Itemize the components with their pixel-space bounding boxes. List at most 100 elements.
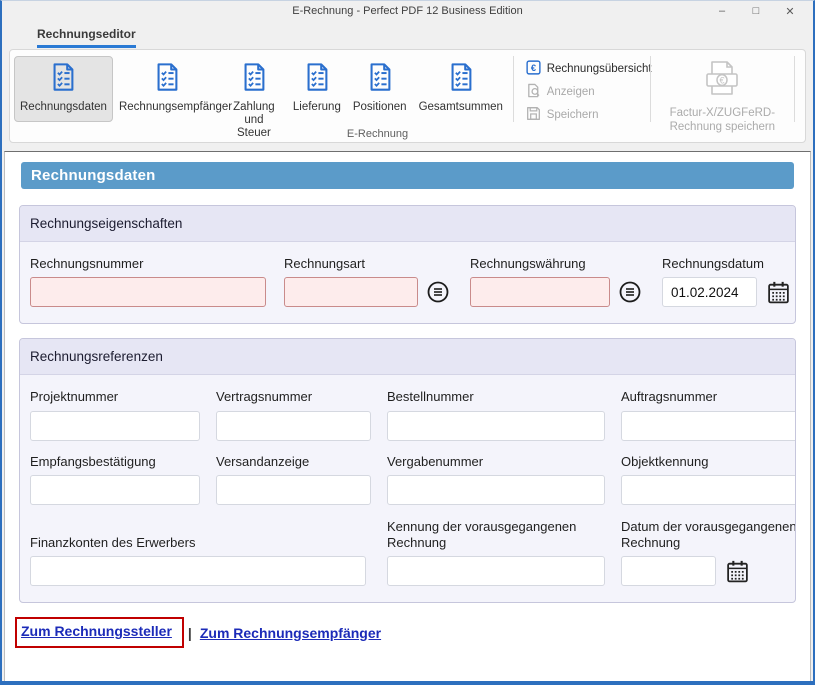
focus-rectangle: Zum Rechnungssteller (15, 617, 184, 648)
field-label: Objektkennung (621, 454, 796, 470)
facturx-speichern-button[interactable]: € Factur-X/ZUGFeRD-Rechnung speichern (654, 56, 790, 124)
ribbon-button-label: Positionen (353, 101, 407, 114)
section-header: Rechnungsreferenzen (20, 339, 795, 375)
field-vertragsnummer: Vertragsnummer (216, 389, 371, 440)
ribbon-button-rechnungsdaten[interactable]: Rechnungsdaten (14, 56, 113, 122)
datum-vorausgegangene-rechnung-calendar-button[interactable] (724, 558, 750, 584)
svg-text:€: € (531, 63, 537, 73)
ribbon-button-gesamtsummen[interactable]: Gesamtsummen (413, 56, 509, 122)
invoice-checklist-icon (302, 61, 332, 98)
page-header: Rechnungsdaten (21, 162, 794, 189)
field-rechnungsdatum: Rechnungsdatum (662, 256, 796, 307)
section-rechnungseigenschaften: Rechnungseigenschaften Rechnungsnummer R… (19, 205, 796, 324)
vergabenummer-input[interactable] (387, 475, 605, 505)
ribbon-divider (513, 56, 514, 122)
field-rechnungswaehrung: Rechnungswährung (470, 256, 644, 307)
field-projektnummer: Projektnummer (30, 389, 200, 440)
field-kennung-vorausgegangene-rechnung: Kennung der vorausgegangenen Rechnung (387, 519, 605, 587)
field-label: Auftragsnummer (621, 389, 796, 405)
field-label: Rechnungswährung (470, 256, 644, 272)
field-label: Rechnungsart (284, 256, 452, 272)
datum-vorausgegangene-rechnung-input[interactable] (621, 556, 716, 586)
vertragsnummer-input[interactable] (216, 411, 371, 441)
ribbon-button-zahlung-und-steuer[interactable]: Zahlung und Steuer (221, 56, 287, 122)
field-label: Rechnungsdatum (662, 256, 796, 272)
section-rechnungsreferenzen: Rechnungsreferenzen Projektnummer Vertra… (19, 338, 796, 603)
field-rechnungsart: Rechnungsart (284, 256, 452, 307)
field-rechnungsnummer: Rechnungsnummer (30, 256, 266, 307)
svg-text:€: € (720, 76, 725, 86)
small-button-label: Speichern (547, 109, 599, 121)
content-panel: Rechnungsdaten Rechnungseigenschaften Re… (4, 151, 811, 681)
field-vergabenummer: Vergabenummer (387, 454, 605, 505)
section-header: Rechnungseigenschaften (20, 206, 795, 242)
window-controls: – □ ✕ (705, 1, 807, 21)
section-body: Rechnungsnummer Rechnungsart (20, 242, 795, 323)
invoice-checklist-icon (446, 61, 476, 98)
calendar-icon (725, 559, 750, 584)
ribbon-button-label: Gesamtsummen (419, 101, 503, 114)
minimize-button[interactable]: – (705, 1, 739, 21)
field-bestellnummer: Bestellnummer (387, 389, 605, 440)
menu-circle-icon (426, 280, 450, 304)
field-label: Bestellnummer (387, 389, 605, 405)
rechnungsdatum-calendar-button[interactable] (765, 279, 791, 305)
tab-rechnungseditor[interactable]: Rechnungseditor (37, 27, 136, 48)
rechnungsnummer-input[interactable] (30, 277, 266, 307)
small-button-label: Anzeigen (547, 86, 595, 98)
field-label: Vertragsnummer (216, 389, 371, 405)
bottom-links: Zum Rechnungssteller | Zum Rechnungsempf… (19, 617, 796, 648)
anzeigen-button[interactable]: Anzeigen (526, 83, 640, 102)
auftragsnummer-input[interactable] (621, 411, 796, 441)
zum-rechnungssteller-link[interactable]: Zum Rechnungssteller (21, 623, 172, 639)
field-label: Rechnungsnummer (30, 256, 266, 272)
finanzkonten-input[interactable] (30, 556, 366, 586)
ribbon-divider (794, 56, 795, 122)
zum-rechnungsempfaenger-link[interactable]: Zum Rechnungsempfänger (200, 625, 381, 641)
field-auftragsnummer: Auftragsnummer (621, 389, 796, 440)
field-label: Datum der vorausgegangenen Rechnung (621, 519, 796, 552)
field-label: Projektnummer (30, 389, 200, 405)
rechnungswaehrung-list-picker-button[interactable] (618, 280, 642, 304)
small-button-label: Rechnungsübersicht (547, 63, 652, 75)
page-title: Rechnungsdaten (31, 167, 155, 184)
empfangsbestaetigung-input[interactable] (30, 475, 200, 505)
field-label: Versandanzeige (216, 454, 371, 470)
field-label: Kennung der vorausgegangenen Rechnung (387, 519, 605, 552)
field-versandanzeige: Versandanzeige (216, 454, 371, 505)
window-title: E-Rechnung - Perfect PDF 12 Business Edi… (292, 5, 523, 17)
facturx-document-euro-icon: € (700, 60, 744, 105)
ribbon-button-lieferung[interactable]: Lieferung (287, 56, 347, 122)
field-empfangsbestaetigung: Empfangsbestätigung (30, 454, 200, 505)
rechnungsart-input[interactable] (284, 277, 418, 307)
section-body: Projektnummer Vertragsnummer Bestellnumm… (20, 375, 795, 602)
ribbon-button-label: Rechnungsdaten (20, 101, 107, 114)
rechnungswaehrung-input[interactable] (470, 277, 610, 307)
ribbon-button-positionen[interactable]: Positionen (347, 56, 413, 122)
kennung-vorausgegangene-rechnung-input[interactable] (387, 556, 605, 586)
speichern-button[interactable]: Speichern (526, 105, 640, 124)
versandanzeige-input[interactable] (216, 475, 371, 505)
field-label: Finanzkonten des Erwerbers (30, 535, 371, 551)
title-bar: E-Rechnung - Perfect PDF 12 Business Edi… (2, 1, 813, 21)
preview-magnifier-icon (526, 83, 541, 101)
euro-square-icon: € (526, 60, 541, 78)
rechnungsart-list-picker-button[interactable] (426, 280, 450, 304)
field-finanzkonten: Finanzkonten des Erwerbers (30, 519, 371, 587)
projektnummer-input[interactable] (30, 411, 200, 441)
section-title: Rechnungsreferenzen (30, 349, 163, 364)
rechnungsuebersicht-button[interactable]: € Rechnungsübersicht (526, 60, 640, 79)
field-datum-vorausgegangene-rechnung: Datum der vorausgegangenen Rechnung (621, 519, 796, 587)
link-separator: | (188, 625, 192, 641)
objektkennung-input[interactable] (621, 475, 796, 505)
save-icon (526, 106, 541, 124)
field-label: Empfangsbestätigung (30, 454, 200, 470)
close-button[interactable]: ✕ (773, 1, 807, 21)
ribbon-tab-row: Rechnungseditor (2, 21, 813, 48)
maximize-button[interactable]: □ (739, 1, 773, 21)
bestellnummer-input[interactable] (387, 411, 605, 441)
rechnungsdatum-input[interactable] (662, 277, 757, 307)
ribbon-button-rechnungsempfaenger[interactable]: Rechnungsempfänger (113, 56, 221, 122)
invoice-checklist-icon (152, 61, 182, 98)
ribbon-group-e-rechnung: Rechnungsdaten Rechnungsempfänger Zahlun… (9, 49, 806, 143)
